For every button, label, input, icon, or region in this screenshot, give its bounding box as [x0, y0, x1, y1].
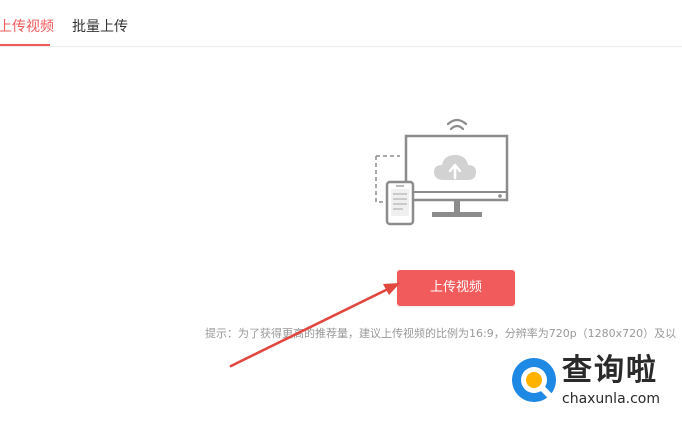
monitor-phone-upload-icon [375, 118, 509, 226]
upload-hint-text: 提示：为了获得更高的推荐量，建议上传视频的比例为16:9，分辨率为720p（12… [205, 327, 677, 340]
watermark-title: 查询啦 [562, 353, 658, 388]
tab-bar: 上传视频 批量上传 [0, 0, 682, 47]
watermark-logo: 查询啦 chaxunla.com [510, 350, 675, 412]
active-tab-indicator [0, 44, 50, 46]
wifi-icon [446, 118, 468, 131]
tab-upload-video[interactable]: 上传视频 [0, 17, 54, 37]
tab-batch-upload[interactable]: 批量上传 [72, 17, 128, 37]
upload-video-button[interactable]: 上传视频 [397, 270, 515, 306]
watermark-subtitle: chaxunla.com [562, 391, 660, 407]
search-logo-icon [512, 358, 557, 403]
